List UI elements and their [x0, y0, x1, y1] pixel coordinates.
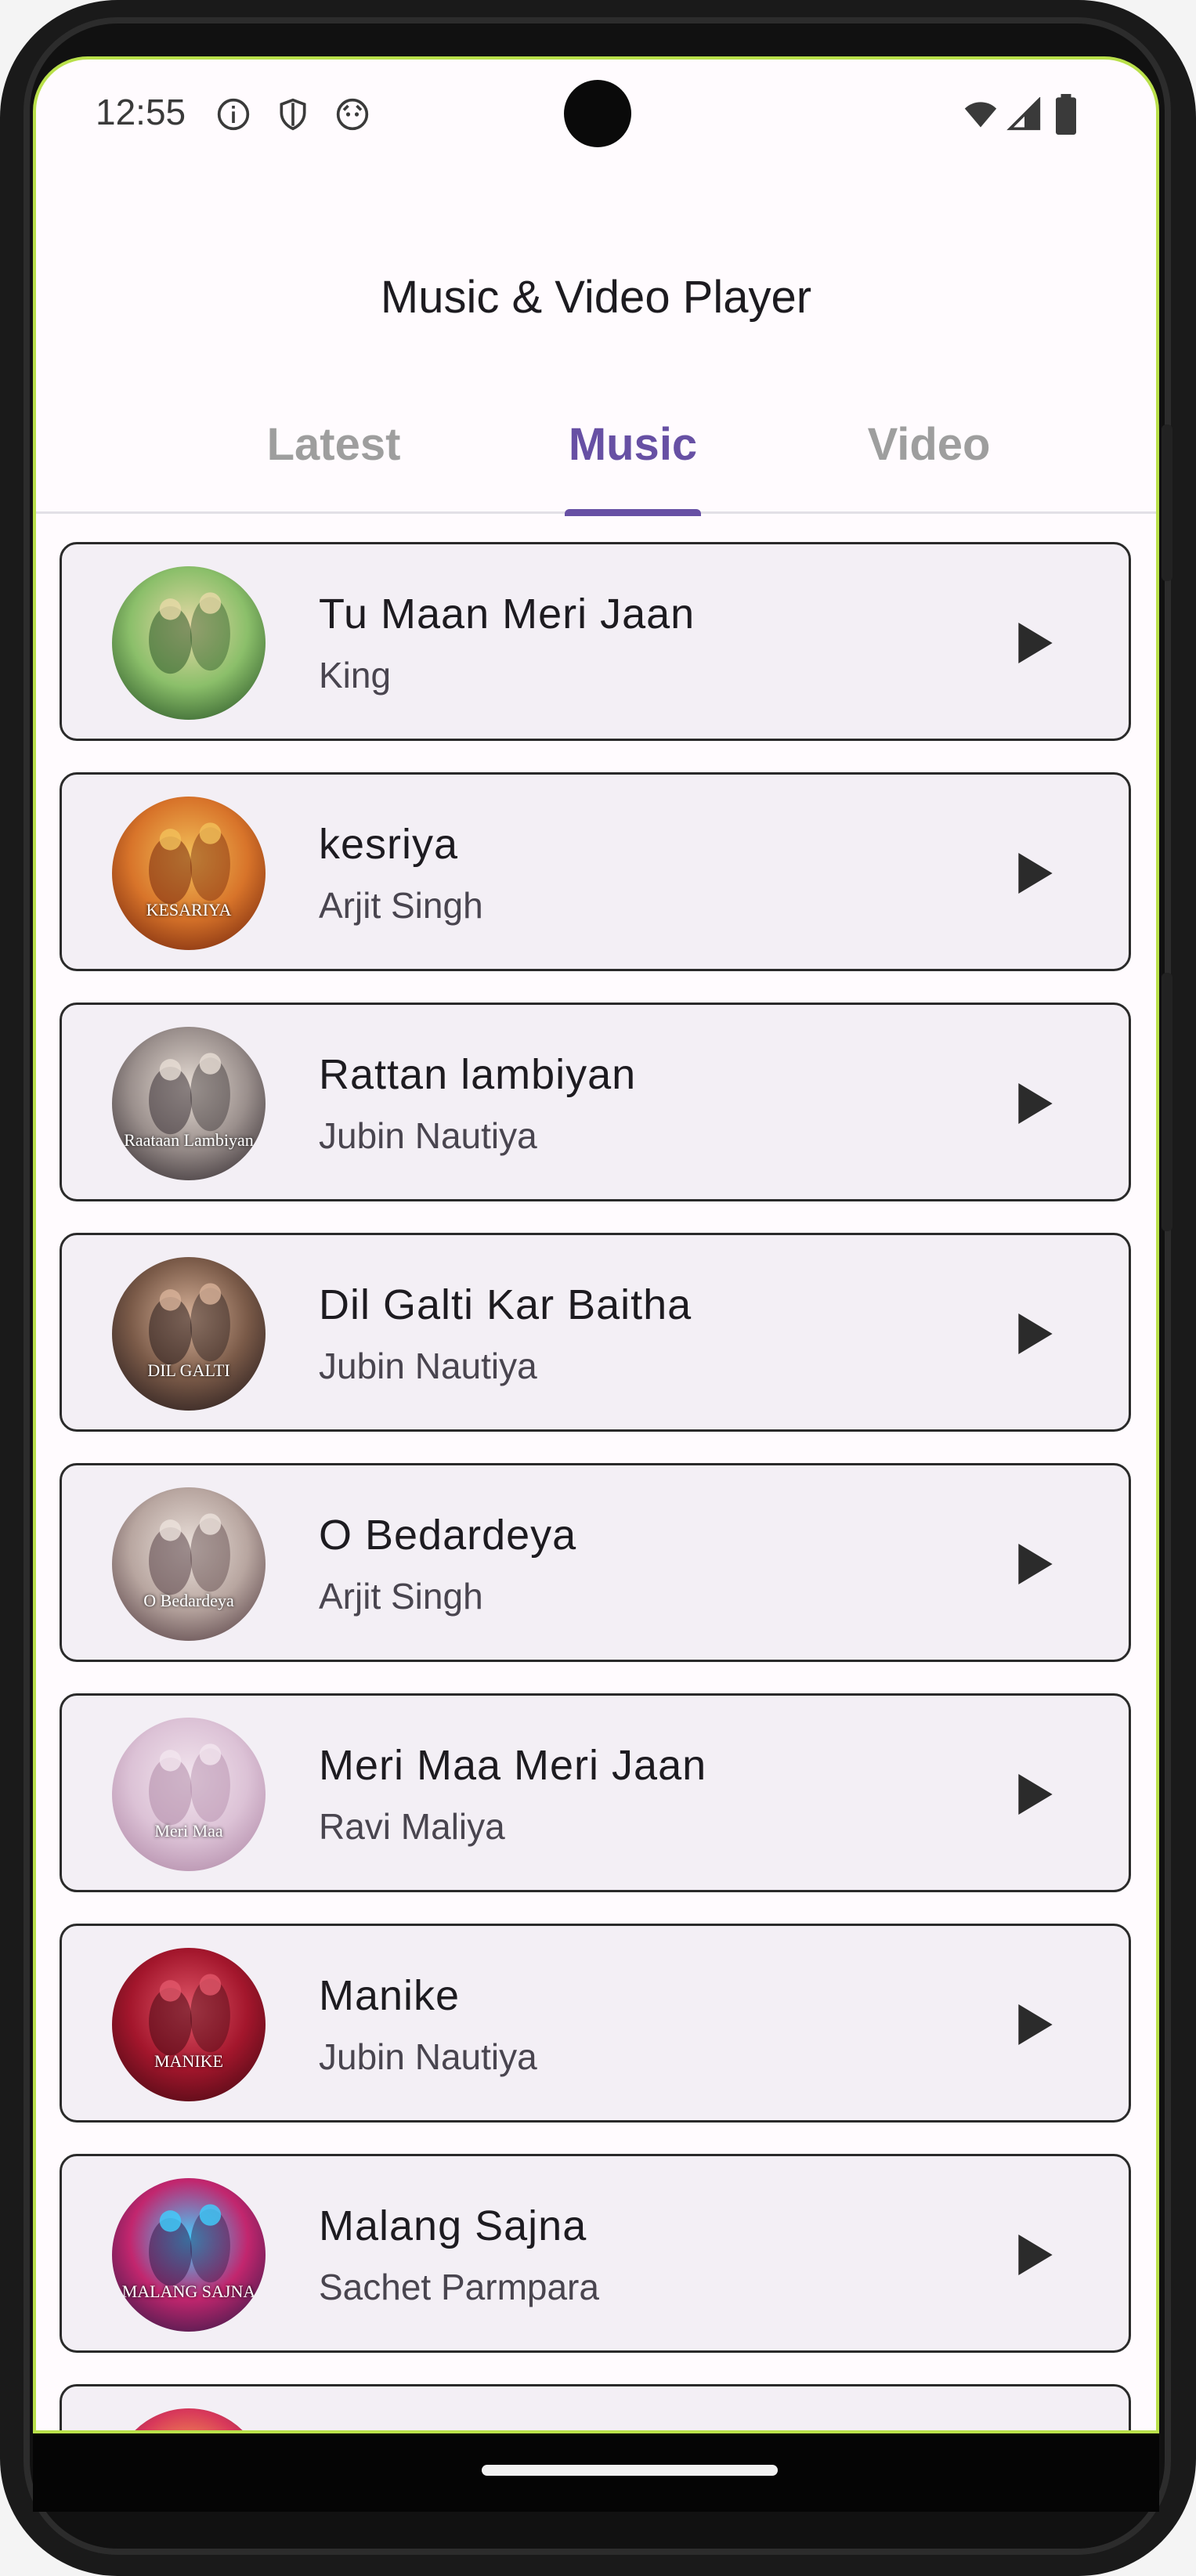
play-icon-shape [1018, 1083, 1053, 1124]
song-card[interactable]: DIL GALTI Dil Galti Kar Baitha Jubin Nauti… [60, 1233, 1131, 1432]
song-title: Malang Sajna [319, 2202, 587, 2249]
song-card[interactable]: Heer Ranjha [60, 2384, 1131, 2430]
album-art [112, 566, 266, 720]
play-icon-shape [1018, 2235, 1053, 2275]
tab-music[interactable]: Music [515, 404, 750, 516]
song-title: Tu Maan Meri Jaan [319, 591, 696, 638]
play-icon[interactable] [1017, 2004, 1053, 2045]
tab-indicator [565, 509, 701, 516]
album-art-caption: DIL GALTI [147, 1360, 230, 1380]
front-camera [564, 80, 631, 147]
album-art-image [112, 1948, 266, 2101]
song-card[interactable]: KESARIYA kesriya Arjit Singh [60, 772, 1131, 971]
play-icon-shape [1018, 1313, 1053, 1354]
signal-icon [1006, 97, 1041, 131]
album-art: O Bedardeya [112, 1487, 266, 1641]
album-art: Meri Maa [112, 1718, 266, 1871]
album-art-image [112, 2408, 266, 2430]
song-title: Dil Galti Kar Baitha [319, 1281, 692, 1328]
navigation-bar [33, 2433, 1159, 2512]
song-title: O Bedardeya [319, 1512, 577, 1559]
status-time: 12:55 [96, 92, 186, 132]
play-icon[interactable] [1017, 1774, 1053, 1815]
album-art: DIL GALTI [112, 1257, 266, 1411]
play-icon-shape [1018, 623, 1053, 663]
song-card[interactable]: Meri Maa Meri Maa Meri Jaan Ravi Maliya [60, 1693, 1131, 1892]
album-art-image [112, 797, 266, 950]
song-title: Manike [319, 1972, 461, 2019]
app-title: Music & Video Player [380, 272, 812, 323]
play-icon-shape [1018, 2004, 1053, 2045]
tab-video[interactable]: Video [811, 404, 1046, 514]
album-art-caption: O Bedardeya [143, 1591, 234, 1610]
song-artist: Jubin Nautiya [319, 1115, 537, 1156]
album-art-caption: Meri Maa [154, 1821, 223, 1841]
song-title: Meri Maa Meri Jaan [319, 1742, 707, 1789]
shield-icon [280, 98, 306, 131]
song-artist: Arjit Singh [319, 885, 483, 926]
screen: 12:55 Music & Video Player Latest Music … [33, 56, 1159, 2433]
play-icon[interactable] [1017, 853, 1053, 894]
info-icon [217, 98, 250, 131]
album-art-image [112, 1027, 266, 1180]
song-artist: King [319, 655, 392, 695]
tab-bar: Latest Music Video [36, 404, 1156, 516]
tab-latest[interactable]: Latest [216, 404, 451, 514]
album-art-image [112, 1487, 266, 1641]
song-artist: Arjit Singh [319, 1576, 483, 1617]
play-icon[interactable] [1017, 623, 1053, 663]
battery-icon [1056, 94, 1076, 135]
album-art-image [112, 2178, 266, 2332]
album-art: Raataan Lambiyan [112, 1027, 266, 1180]
wifi-icon [964, 102, 997, 128]
android-icon [336, 98, 369, 131]
album-art: KESARIYA [112, 797, 266, 950]
song-card[interactable]: Raataan Lambiyan Rattan lambiyan Jubin Nau… [60, 1003, 1131, 1201]
song-card[interactable]: O Bedardeya O Bedardeya Arjit Singh [60, 1463, 1131, 1662]
album-art-caption: KESARIYA [146, 900, 232, 919]
status-bar: 12:55 [36, 60, 1156, 177]
play-icon-shape [1018, 853, 1053, 894]
play-icon-shape [1018, 1544, 1053, 1584]
album-art [112, 2408, 266, 2430]
album-art-caption: MANIKE [154, 2051, 223, 2071]
song-artist: Sachet Parmpara [319, 2267, 599, 2307]
tab-label: Music [568, 419, 698, 470]
song-card[interactable]: MANIKE Manike Jubin Nautiya [60, 1924, 1131, 2123]
play-icon[interactable] [1017, 1313, 1053, 1354]
play-icon[interactable] [1017, 2235, 1053, 2275]
album-art-image [112, 1718, 266, 1871]
song-artist: Jubin Nautiya [319, 1346, 537, 1386]
album-art-image [112, 1257, 266, 1411]
album-art-image [112, 566, 266, 720]
play-icon-shape [1018, 1774, 1053, 1815]
phone-frame: 12:55 Music & Video Player Latest Music … [0, 0, 1196, 2576]
song-artist: Ravi Maliya [319, 1806, 505, 1847]
volume-button [1162, 973, 1173, 1231]
song-title: Rattan lambiyan [319, 1051, 637, 1098]
play-icon[interactable] [1017, 1083, 1053, 1124]
album-art: MANIKE [112, 1948, 266, 2101]
home-handle[interactable] [482, 2465, 778, 2476]
album-art-caption: Raataan Lambiyan [124, 1130, 254, 1150]
tab-label: Latest [266, 419, 401, 470]
album-art: MALANG SAJNA [112, 2178, 266, 2332]
song-title: kesriya [319, 821, 459, 868]
song-card[interactable]: MALANG SAJNA Malang Sajna Sachet Parmpara [60, 2154, 1131, 2353]
power-button [1162, 425, 1173, 581]
song-artist: Jubin Nautiya [319, 2036, 537, 2077]
song-card[interactable]: Tu Maan Meri Jaan King [60, 542, 1131, 741]
tab-label: Video [867, 419, 991, 470]
album-art-caption: MALANG SAJNA [121, 2282, 256, 2301]
play-icon[interactable] [1017, 1544, 1053, 1584]
